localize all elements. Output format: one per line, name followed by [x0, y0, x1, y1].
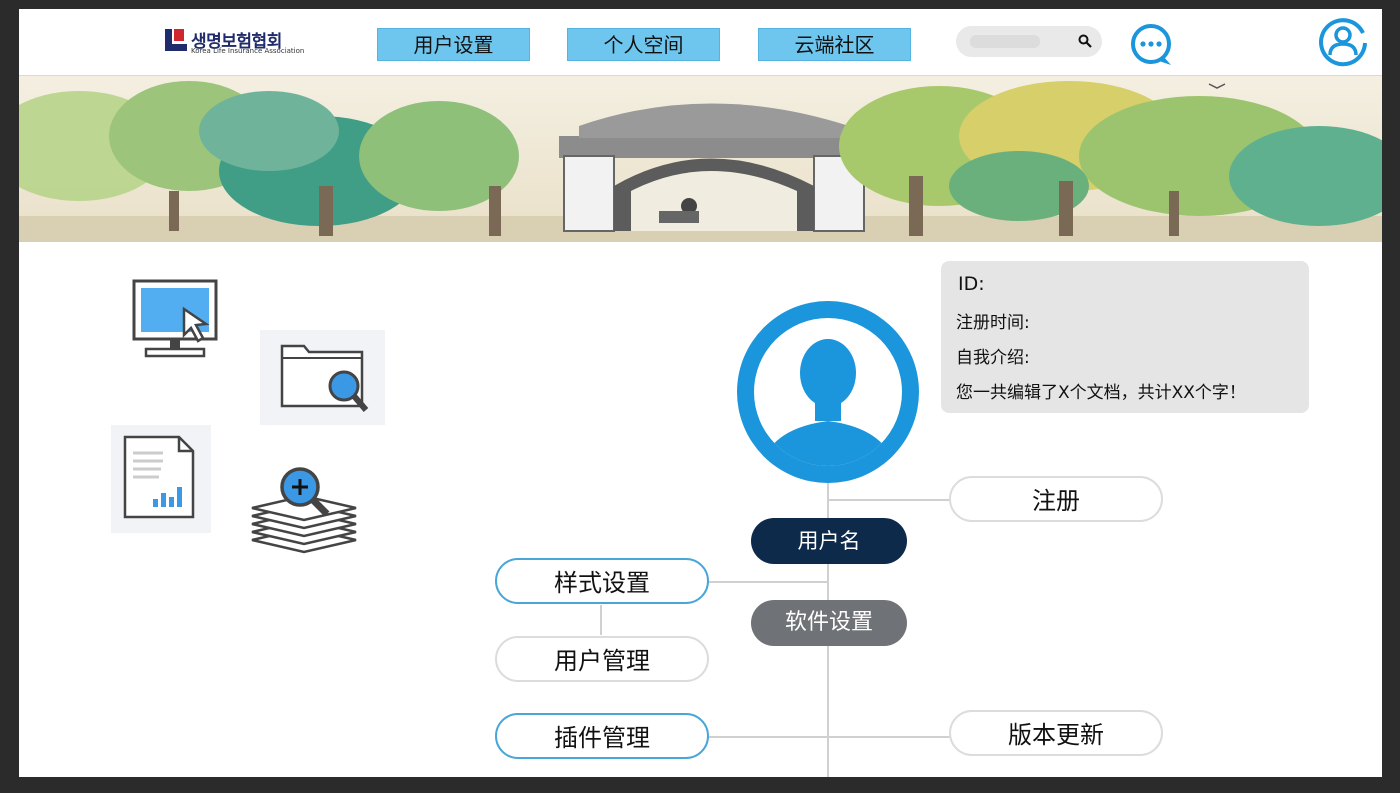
stack-search-icon[interactable]: [248, 462, 360, 554]
banner-image: [19, 76, 1382, 242]
document-chart-tile[interactable]: [111, 425, 211, 533]
register-time-label: 注册时间:: [956, 313, 1030, 333]
software-settings-button[interactable]: 软件设置: [751, 600, 907, 646]
branch-style-user-line: [600, 605, 602, 635]
branch-register-line: [827, 499, 951, 501]
id-label: ID:: [958, 273, 985, 295]
search-icon[interactable]: [1078, 34, 1092, 48]
nav-personal-space[interactable]: 个人空间: [567, 28, 720, 61]
edit-stats-text: 您一共编辑了X个文档，共计XX个字！: [956, 383, 1246, 403]
monitor-cursor-icon[interactable]: [132, 279, 222, 359]
version-update-button[interactable]: 版本更新: [949, 710, 1163, 756]
avatar-icon[interactable]: [737, 301, 919, 483]
user-management-button[interactable]: 用户管理: [495, 636, 709, 682]
profile-info-card: ID: 注册时间: 自我介绍: 您一共编辑了X个文档，共计XX个字！: [941, 261, 1309, 413]
user-profile-icon[interactable]: [1317, 15, 1369, 67]
register-button[interactable]: 注册: [949, 476, 1163, 522]
logo-subtitle: Korea Life Insurance Association: [191, 47, 305, 55]
username-button[interactable]: 用户名: [751, 518, 907, 564]
folder-search-icon: [280, 344, 369, 412]
branch-style-line: [708, 581, 829, 583]
document-chart-icon: [123, 435, 195, 519]
plugin-management-button[interactable]: 插件管理: [495, 713, 709, 759]
branch-bottom-line: [708, 736, 951, 738]
search-input[interactable]: [956, 26, 1102, 57]
logo-mark-icon: [165, 29, 187, 51]
app-frame: 생명보험협회 Korea Life Insurance Association …: [19, 9, 1382, 777]
logo[interactable]: 생명보험협회 Korea Life Insurance Association: [165, 27, 305, 57]
nav-user-settings[interactable]: 用户设置: [377, 28, 530, 61]
self-intro-label: 自我介绍:: [956, 348, 1030, 368]
header: 생명보험협회 Korea Life Insurance Association …: [19, 9, 1382, 76]
nav-cloud-community[interactable]: 云端社区: [758, 28, 911, 61]
chat-icon[interactable]: [1129, 23, 1175, 69]
banner-illustration: [19, 76, 1382, 242]
folder-search-tile[interactable]: [260, 330, 385, 425]
search-placeholder: [970, 35, 1040, 48]
style-settings-button[interactable]: 样式设置: [495, 558, 709, 604]
